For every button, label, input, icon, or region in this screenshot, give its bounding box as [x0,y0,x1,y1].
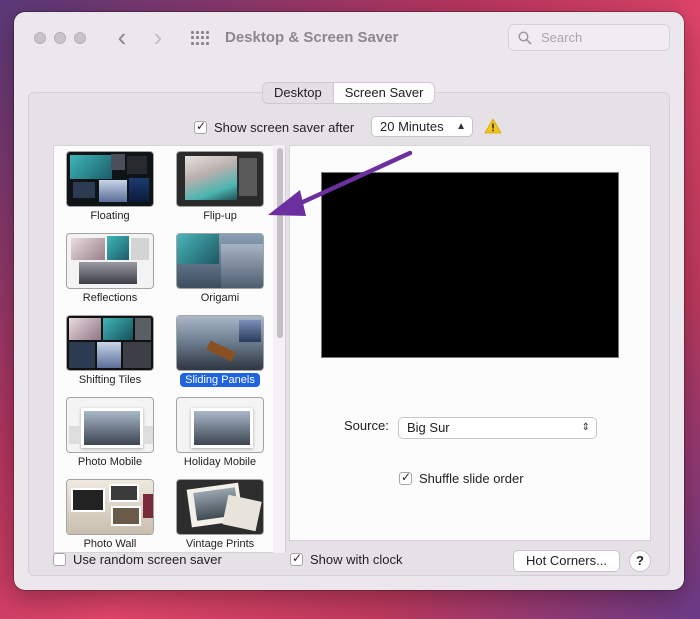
reflections-thumbnail [67,234,153,288]
tab-control: Desktop Screen Saver [262,82,436,104]
saver-label: Photo Mobile [77,456,143,468]
saver-item-floating[interactable]: Floating [56,149,156,227]
source-row: Source: [344,418,389,433]
saver-item-reflections[interactable]: Reflections [56,231,156,309]
saver-label: Sliding Panels [166,373,273,387]
source-popup[interactable]: Big Sur ⇕ [398,417,597,439]
search-input[interactable] [539,29,663,46]
preferences-window: ‹ › Desktop & Screen Saver Desktop Scree… [14,12,684,590]
list-scrollbar-thumb[interactable] [277,148,283,338]
saver-label: Flip-up [203,210,237,222]
updown-chevron-icon: ▲ [456,121,466,132]
search-icon [518,31,532,45]
saver-item-origami[interactable]: Origami [166,231,266,309]
zoom-button[interactable] [74,32,86,44]
saver-item-sliding-panels[interactable]: Sliding Panels [166,313,266,391]
saver-item-flip-up[interactable]: Flip-up [166,149,266,227]
saver-label: Reflections [82,292,138,304]
show-clock-row: Show with clock [290,551,403,567]
saver-label: Origami [200,292,240,304]
saver-label: Shifting Tiles [78,374,142,386]
photo-mobile-thumbnail [67,398,153,452]
title-bar: ‹ › Desktop & Screen Saver [14,12,684,64]
saver-item-photo-mobile[interactable]: Photo Mobile [56,395,156,473]
show-all-grid-icon[interactable] [191,31,209,45]
saver-item-shifting-tiles[interactable]: Shifting Tiles [56,313,156,391]
tab-desktop[interactable]: Desktop [263,83,333,103]
floating-thumbnail [67,152,153,206]
saver-item-photo-wall[interactable]: Photo Wall [56,477,156,552]
idle-time-popup[interactable]: 20 Minutes ▲ [371,116,473,137]
vintage-prints-thumbnail [177,480,263,534]
origami-thumbnail [177,234,263,288]
window-title: Desktop & Screen Saver [225,29,399,46]
random-saver-checkbox[interactable] [53,553,66,566]
chevron-right-icon: › [153,22,163,52]
help-button[interactable]: ? [629,550,651,572]
source-value: Big Sur [407,420,450,435]
shifting-tiles-thumbnail [67,316,153,370]
saver-label: Holiday Mobile [183,456,257,468]
shuffle-checkbox[interactable] [399,470,412,485]
source-label: Source: [344,418,389,433]
random-saver-row: Use random screen saver [53,552,222,567]
minimize-button[interactable] [54,32,66,44]
forward-button[interactable]: › [146,24,170,50]
sliding-panels-thumbnail [177,316,263,370]
tab-screen-saver[interactable]: Screen Saver [332,83,435,103]
chevron-left-icon: ‹ [117,22,127,52]
show-after-label: Show screen saver after [214,119,355,135]
saver-item-vintage-prints[interactable]: Vintage Prints [166,477,266,552]
screen-saver-list[interactable]: Floating Flip-up Reflections Origami Shi… [53,145,274,553]
saver-label: Vintage Prints [185,538,255,550]
saver-label: Floating [90,210,130,222]
warning-icon[interactable] [484,118,502,134]
search-field[interactable] [508,24,670,51]
show-after-row: Show screen saver after [194,116,354,138]
back-button[interactable]: ‹ [110,24,134,50]
hot-corners-button[interactable]: Hot Corners... [513,550,620,572]
saver-label: Photo Wall [83,538,137,550]
holiday-mobile-thumbnail [177,398,263,452]
idle-time-value: 20 Minutes [380,119,444,134]
updown-chevron-icon: ⇕ [581,422,590,433]
shuffle-row: Shuffle slide order [399,470,524,486]
shuffle-label: Shuffle slide order [419,471,524,486]
close-button[interactable] [34,32,46,44]
screen-saver-preview [321,172,619,358]
photo-wall-thumbnail [67,480,153,534]
flip-up-thumbnail [177,152,263,206]
show-clock-label: Show with clock [310,552,403,567]
random-saver-label: Use random screen saver [73,552,222,567]
show-after-checkbox[interactable] [194,119,207,134]
show-clock-checkbox[interactable] [290,551,303,566]
saver-item-holiday-mobile[interactable]: Holiday Mobile [166,395,266,473]
